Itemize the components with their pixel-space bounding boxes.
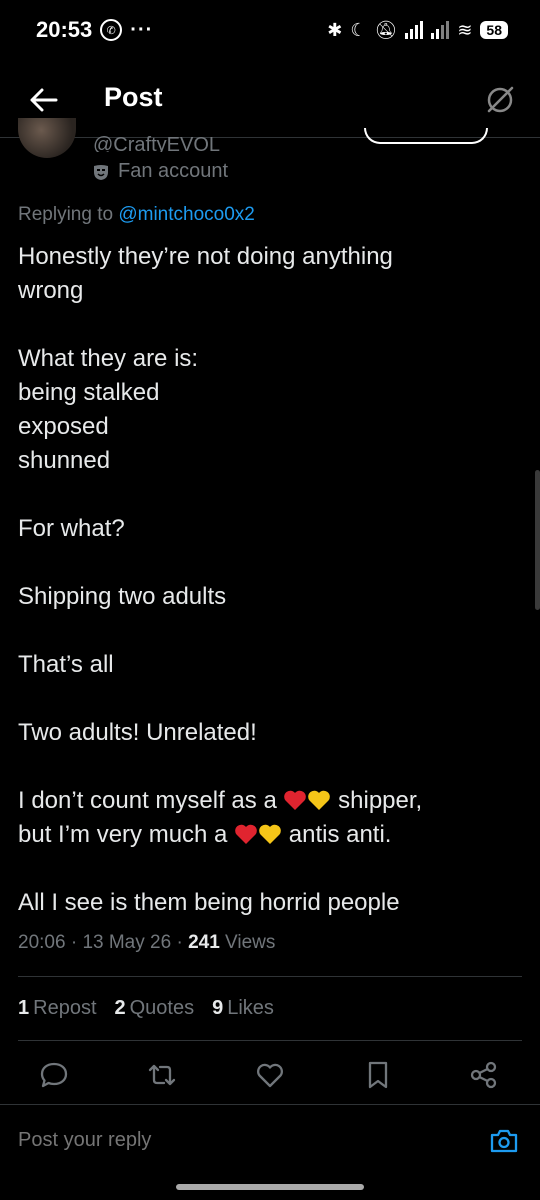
likes-count: 9 xyxy=(212,997,224,1019)
tweet-line: That’s all xyxy=(18,651,114,678)
scrollbar-thumb[interactable] xyxy=(535,470,540,610)
repost-icon xyxy=(148,1064,176,1086)
bookmark-button[interactable] xyxy=(362,1059,394,1091)
replying-to-prefix: Replying to xyxy=(18,204,119,225)
bluetooth-icon: ✱ xyxy=(327,19,343,40)
grok-button[interactable] xyxy=(480,80,520,120)
tweet-line: Shipping two adults xyxy=(18,583,227,610)
tweet-line: being stalked xyxy=(18,379,160,406)
signal-icon xyxy=(405,21,424,39)
signal-icon-2 xyxy=(431,21,450,39)
like-button[interactable] xyxy=(254,1059,286,1091)
mention-link[interactable]: @mintchoco0x2 xyxy=(118,204,255,225)
reposts-count: 1 xyxy=(18,997,30,1019)
account-label-text: Fan account xyxy=(118,160,229,182)
camera-icon xyxy=(490,1129,518,1153)
wifi-icon: ≋ xyxy=(457,19,473,40)
author-handle[interactable]: @CraftyEVOL xyxy=(93,130,220,152)
tweet-time: 20:06 xyxy=(18,932,66,953)
share-button[interactable] xyxy=(468,1059,500,1091)
tweet-text: antis anti. xyxy=(282,821,392,848)
status-right: ✱ ☾ 🔕︎ ≋ 58 xyxy=(327,20,508,41)
views-label[interactable]: Views xyxy=(225,932,275,953)
comment-icon xyxy=(40,1062,68,1088)
back-button[interactable] xyxy=(24,80,64,120)
reposts-label: Repost xyxy=(33,997,97,1019)
likes-stat[interactable]: 9 Likes xyxy=(212,997,274,1020)
yellow-heart-emoji-icon xyxy=(259,824,281,844)
reply-composer xyxy=(0,1104,540,1180)
whatsapp-icon: ✆ xyxy=(100,19,123,41)
tweet-line: exposed xyxy=(18,413,109,440)
tweet-body: Honestly they’re not doing anything wron… xyxy=(18,240,518,920)
replying-to: Replying to @mintchoco0x2 xyxy=(18,204,255,226)
quotes-label: Quotes xyxy=(129,997,195,1019)
reply-button[interactable] xyxy=(38,1059,70,1091)
top-app-bar: Post xyxy=(0,70,540,130)
views-count: 241 xyxy=(188,932,220,953)
home-indicator[interactable] xyxy=(176,1184,364,1190)
action-bar xyxy=(0,1055,540,1095)
red-heart-emoji-icon xyxy=(235,824,257,844)
tweet-text: but I’m very much a xyxy=(18,821,235,848)
engagement-stats: 1 Repost 2 Quotes 9 Likes xyxy=(18,997,274,1020)
reply-input[interactable] xyxy=(18,1129,418,1152)
battery-indicator: 58 xyxy=(480,21,508,39)
quotes-count: 2 xyxy=(114,997,126,1019)
yellow-heart-emoji-icon xyxy=(308,790,331,810)
grok-icon xyxy=(487,86,514,113)
quotes-stat[interactable]: 2 Quotes xyxy=(115,997,195,1020)
tweet-line: All I see is them being horrid people xyxy=(18,889,400,916)
red-heart-emoji-icon xyxy=(284,790,307,810)
arrow-left-icon xyxy=(30,88,58,112)
tweet-line: What they are is: xyxy=(18,345,199,372)
account-label[interactable]: Fan account xyxy=(92,160,228,183)
repost-button[interactable] xyxy=(146,1059,178,1091)
mask-icon xyxy=(92,163,110,181)
tweet-line: Two adults! Unrelated! xyxy=(18,719,257,746)
divider xyxy=(18,1040,522,1041)
tweet-date: 13 May 26 xyxy=(82,932,172,953)
tweet-emoji-line: I don’t count myself as a shipper, xyxy=(18,784,518,818)
tweet-text: I don’t count myself as a xyxy=(18,787,284,814)
bookmark-icon xyxy=(368,1061,388,1089)
tweet-line: wrong xyxy=(18,277,84,304)
more-notifications-icon: ··· xyxy=(130,18,154,41)
tweet-line: shunned xyxy=(18,447,111,474)
share-icon xyxy=(470,1061,497,1089)
likes-label: Likes xyxy=(227,997,274,1019)
tweet-emoji-line: but I’m very much a antis anti. xyxy=(18,818,518,852)
heart-outline-icon xyxy=(257,1063,283,1088)
page-title: Post xyxy=(104,82,163,112)
tweet-line: For what? xyxy=(18,515,125,542)
tweet-text: shipper, xyxy=(331,787,423,814)
avatar[interactable] xyxy=(18,118,76,158)
camera-button[interactable] xyxy=(488,1125,520,1157)
status-time: 20:53 xyxy=(36,17,93,42)
status-left: 20:53 ✆ ··· xyxy=(36,17,153,43)
tweet-meta: 20:06 · 13 May 26 · 241 Views xyxy=(18,932,276,953)
tweet-line: Honestly they’re not doing anything xyxy=(18,243,393,270)
status-bar: 20:53 ✆ ··· ✱ ☾ 🔕︎ ≋ 58 xyxy=(0,0,540,60)
mute-icon: 🔕︎ xyxy=(374,19,398,40)
reposts-stat[interactable]: 1 Repost xyxy=(18,997,97,1020)
divider xyxy=(18,976,522,977)
follow-button[interactable] xyxy=(364,128,488,144)
moon-icon: ☾ xyxy=(350,19,367,40)
